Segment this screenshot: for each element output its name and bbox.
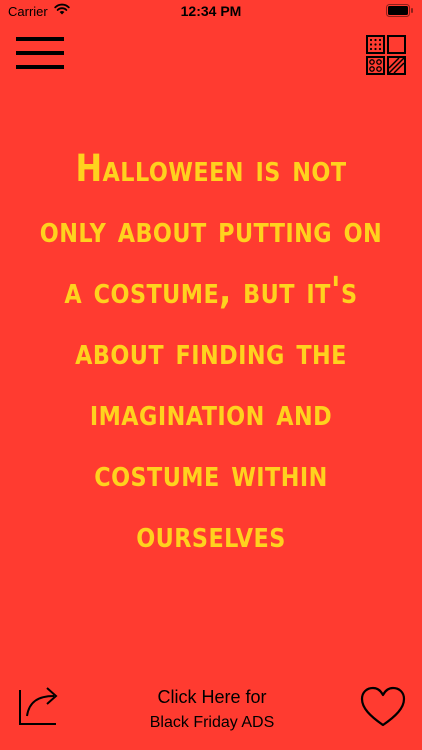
status-time: 12:34 PM xyxy=(180,3,242,19)
ads-link-line1: Click Here for xyxy=(157,687,267,707)
status-bar: Carrier 12:34 PM xyxy=(0,0,422,22)
black-friday-ads-link[interactable]: Click Here for Black Friday ADS xyxy=(110,684,314,736)
heart-icon[interactable] xyxy=(360,686,406,728)
battery-icon xyxy=(386,4,413,17)
ads-link-line2: Black Friday ADS xyxy=(149,714,275,731)
hamburger-menu-icon[interactable] xyxy=(16,36,64,72)
quote-text: Halloween is not only about putting on a… xyxy=(39,147,383,556)
pattern-grid-icon[interactable] xyxy=(366,35,406,75)
share-icon[interactable] xyxy=(18,684,60,726)
